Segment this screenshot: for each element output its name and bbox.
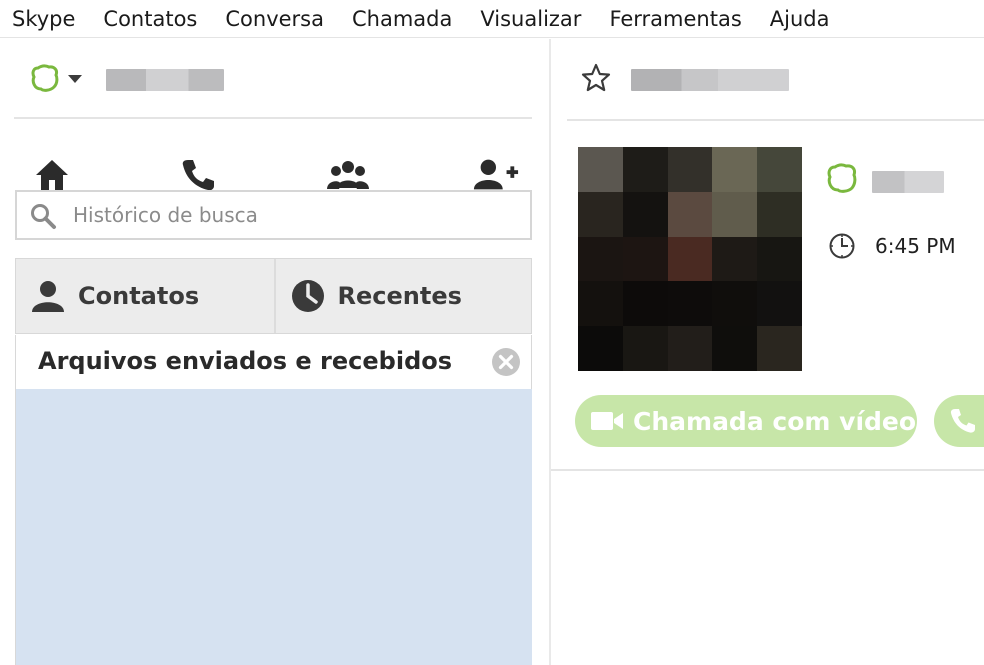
files-list[interactable] <box>15 389 532 665</box>
skype-status-icon <box>827 163 857 193</box>
menu-conversa[interactable]: Conversa <box>211 0 338 38</box>
contact-name-redacted <box>631 69 789 91</box>
menu-skype[interactable]: Skype <box>0 0 89 38</box>
conversation-header <box>567 39 984 121</box>
skype-status-icon[interactable] <box>30 64 60 94</box>
local-time-clock-icon <box>829 233 855 259</box>
home-icon <box>36 160 68 190</box>
tab-contatos-label: Contatos <box>78 282 200 310</box>
contact-local-time: 6:45 PM <box>875 234 956 258</box>
video-camera-icon <box>591 412 623 430</box>
tab-recentes[interactable]: Recentes <box>273 259 532 333</box>
menu-chamada[interactable]: Chamada <box>338 0 466 38</box>
contact-avatar <box>578 147 802 371</box>
menu-ferramentas[interactable]: Ferramentas <box>595 0 755 38</box>
search-icon <box>31 204 56 229</box>
person-icon <box>32 281 64 312</box>
audio-call-button[interactable] <box>934 395 984 447</box>
video-call-label: Chamada com vídeo <box>633 406 917 436</box>
contact-info-name-redacted <box>872 171 944 193</box>
clock-icon <box>291 280 324 312</box>
close-icon[interactable] <box>491 347 521 377</box>
contact-tabs: Contatos Recentes <box>15 258 532 334</box>
tab-contatos[interactable]: Contatos <box>16 259 274 333</box>
phone-icon <box>950 409 975 433</box>
phone-icon <box>182 160 214 191</box>
profile-divider <box>551 469 984 471</box>
menu-ajuda[interactable]: Ajuda <box>756 0 844 38</box>
status-dropdown-caret-icon[interactable] <box>68 75 82 83</box>
menu-bar: Skype Contatos Conversa Chamada Visualiz… <box>0 0 984 38</box>
menu-visualizar[interactable]: Visualizar <box>466 0 595 38</box>
search-input[interactable] <box>73 192 513 238</box>
profile-name-redacted <box>106 69 224 91</box>
star-icon[interactable] <box>581 63 611 93</box>
group-icon <box>327 161 369 189</box>
files-section-header: Arquivos enviados e recebidos <box>15 335 532 389</box>
menu-contatos[interactable]: Contatos <box>89 0 211 38</box>
search-box[interactable] <box>15 190 532 240</box>
profile-row <box>14 39 532 119</box>
tab-recentes-label: Recentes <box>337 282 462 310</box>
section-title: Arquivos enviados e recebidos <box>38 347 453 375</box>
video-call-button[interactable]: Chamada com vídeo <box>575 395 917 447</box>
add-contact-icon <box>473 159 519 190</box>
pane-divider[interactable] <box>549 39 551 665</box>
